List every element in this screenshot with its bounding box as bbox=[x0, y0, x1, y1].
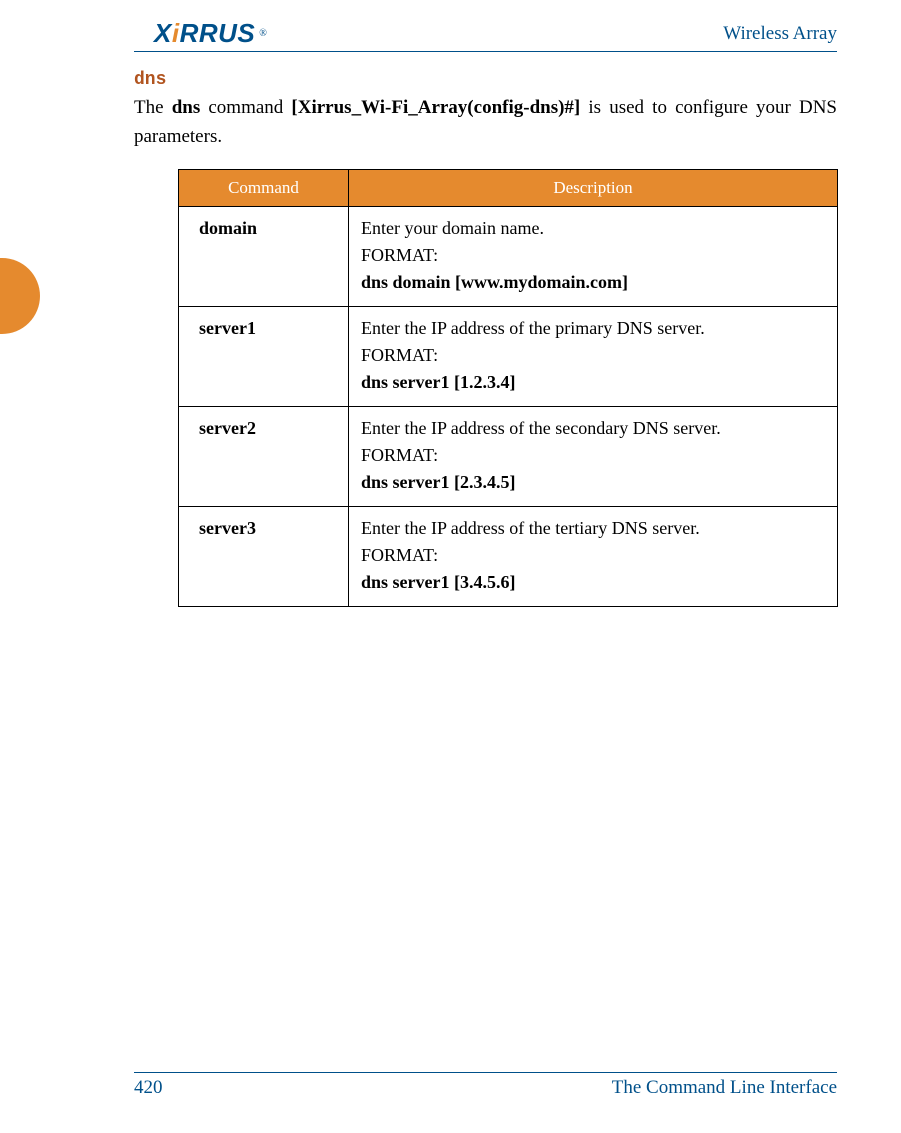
description-lead: Enter your domain name. bbox=[361, 215, 825, 242]
description-example: dns domain [www.mydomain.com] bbox=[361, 269, 825, 296]
description-cell: Enter the IP address of the secondary DN… bbox=[349, 407, 838, 507]
command-cell: domain bbox=[179, 207, 349, 307]
table-row: server2 Enter the IP address of the secon… bbox=[179, 407, 838, 507]
page-tab-marker bbox=[0, 258, 40, 334]
table-header-command: Command bbox=[179, 170, 349, 207]
description-format-label: FORMAT: bbox=[361, 242, 825, 269]
description-lead: Enter the IP address of the tertiary DNS… bbox=[361, 515, 825, 542]
description-format-label: FORMAT: bbox=[361, 542, 825, 569]
description-cell: Enter your domain name.FORMAT:dns domain… bbox=[349, 207, 838, 307]
description-example: dns server1 [2.3.4.5] bbox=[361, 469, 825, 496]
table-row: domainEnter your domain name.FORMAT:dns … bbox=[179, 207, 838, 307]
table-row: server3 Enter the IP address of the terti… bbox=[179, 507, 838, 607]
command-cell: server1 bbox=[179, 307, 349, 407]
table-row: server1 Enter the IP address of the prima… bbox=[179, 307, 838, 407]
brand-logo: XiRRUS ® bbox=[154, 18, 267, 49]
description-lead: Enter the IP address of the primary DNS … bbox=[361, 315, 825, 342]
footer-divider bbox=[134, 1072, 837, 1073]
footer-chapter: The Command Line Interface bbox=[612, 1077, 837, 1099]
header-subtitle: Wireless Array bbox=[723, 23, 837, 45]
page-number: 420 bbox=[134, 1077, 163, 1099]
command-table: Command Description domainEnter your dom… bbox=[178, 169, 838, 607]
description-example: dns server1 [3.4.5.6] bbox=[361, 569, 825, 596]
command-cell: server2 bbox=[179, 407, 349, 507]
description-cell: Enter the IP address of the primary DNS … bbox=[349, 307, 838, 407]
description-format-label: FORMAT: bbox=[361, 342, 825, 369]
brand-logo-trademark: ® bbox=[259, 28, 267, 39]
header-divider bbox=[134, 51, 837, 52]
description-example: dns server1 [1.2.3.4] bbox=[361, 369, 825, 396]
section-body: The dns command [Xirrus_Wi-Fi_Array(conf… bbox=[134, 94, 837, 151]
description-lead: Enter the IP address of the secondary DN… bbox=[361, 415, 825, 442]
description-format-label: FORMAT: bbox=[361, 442, 825, 469]
description-cell: Enter the IP address of the tertiary DNS… bbox=[349, 507, 838, 607]
table-header-description: Description bbox=[349, 170, 838, 207]
brand-logo-text: XiRRUS bbox=[154, 18, 255, 49]
section-title: dns bbox=[134, 70, 837, 90]
command-cell: server3 bbox=[179, 507, 349, 607]
